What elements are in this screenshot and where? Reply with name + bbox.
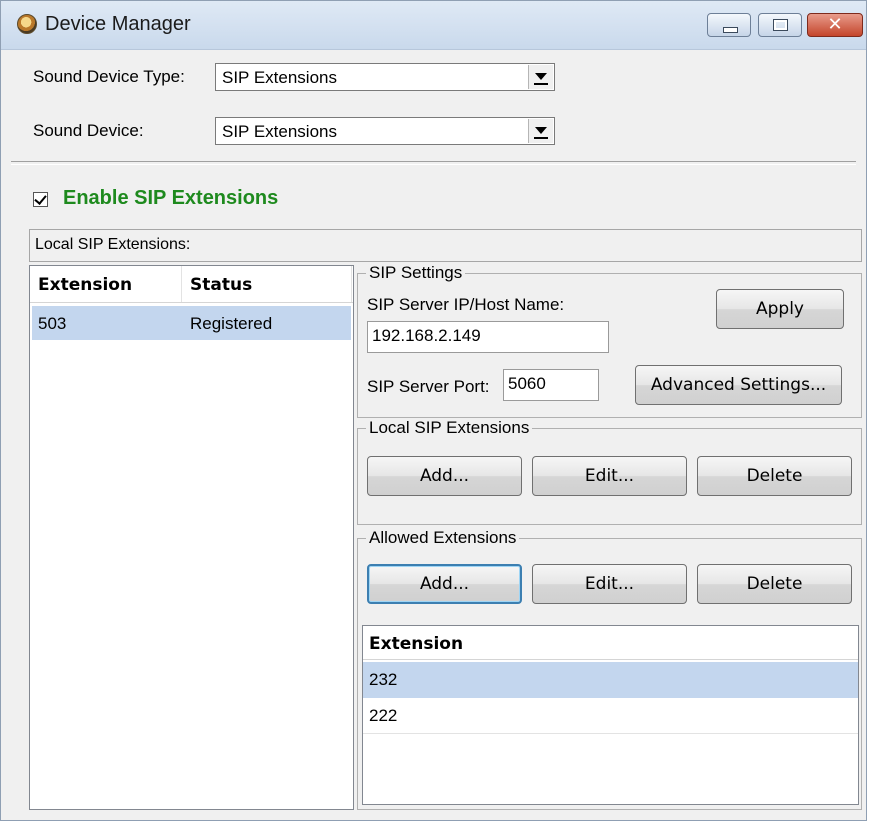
column-header-extension[interactable]: Extension <box>363 626 858 660</box>
window-title: Device Manager <box>45 13 191 35</box>
chevron-down-icon[interactable] <box>528 65 553 89</box>
sound-device-type-label: Sound Device Type: <box>33 67 185 86</box>
maximize-icon[interactable] <box>758 13 802 37</box>
sip-server-label: SIP Server IP/Host Name: <box>367 295 565 314</box>
close-glyph: ✕ <box>827 14 843 35</box>
local-extensions-header-bar: Local SIP Extensions: <box>29 229 862 262</box>
apply-button[interactable]: Apply <box>716 289 844 329</box>
sound-device-label: Sound Device: <box>33 121 144 140</box>
allowed-extensions-list[interactable]: Extension 232 222 <box>362 625 859 805</box>
chevron-down-icon[interactable] <box>528 119 553 143</box>
local-extensions-header: Local SIP Extensions: <box>35 236 191 253</box>
local-edit-button[interactable]: Edit... <box>532 456 687 496</box>
app-headset-icon <box>17 14 37 34</box>
enable-sip-checkbox[interactable] <box>33 192 48 207</box>
status-cell: Registered <box>190 314 273 333</box>
sound-device-select[interactable]: SIP Extensions <box>215 117 555 145</box>
local-add-button[interactable]: Add... <box>367 456 522 496</box>
list-item[interactable]: 222 <box>363 698 858 734</box>
allowed-edit-button[interactable]: Edit... <box>532 564 687 604</box>
minimize-icon[interactable] <box>707 13 751 37</box>
enable-sip-label[interactable]: Enable SIP Extensions <box>63 187 278 210</box>
list-item[interactable]: 232 <box>363 662 858 698</box>
extension-cell: 503 <box>38 314 67 333</box>
sound-device-type-select[interactable]: SIP Extensions <box>215 63 555 91</box>
sip-server-input[interactable]: 192.168.2.149 <box>367 321 609 353</box>
sip-port-label: SIP Server Port: <box>367 377 490 396</box>
local-delete-button[interactable]: Delete <box>697 456 852 496</box>
sound-device-type-value: SIP Extensions <box>222 68 337 87</box>
allowed-add-button[interactable]: Add... <box>367 564 522 604</box>
sound-device-value: SIP Extensions <box>222 122 337 141</box>
advanced-settings-button[interactable]: Advanced Settings... <box>635 365 842 405</box>
column-header-extension[interactable]: Extension <box>30 266 182 302</box>
close-icon[interactable]: ✕ <box>807 13 863 37</box>
list-item[interactable]: 503 Registered <box>32 306 351 340</box>
title-bar[interactable]: Device Manager ✕ <box>1 1 866 50</box>
sip-settings-title: SIP Settings <box>366 263 466 283</box>
allowed-extensions-title: Allowed Extensions <box>366 528 520 548</box>
allowed-delete-button[interactable]: Delete <box>697 564 852 604</box>
device-manager-window: Device Manager ✕ Sound Device Type: SIP … <box>0 0 867 821</box>
local-extensions-list[interactable]: Extension Status 503 Registered <box>29 265 354 810</box>
local-extensions-group-title: Local SIP Extensions <box>366 418 533 438</box>
list-header: Extension Status <box>30 266 353 303</box>
separator <box>11 161 856 165</box>
sip-port-input[interactable]: 5060 <box>503 369 599 401</box>
column-header-status[interactable]: Status <box>182 266 352 302</box>
